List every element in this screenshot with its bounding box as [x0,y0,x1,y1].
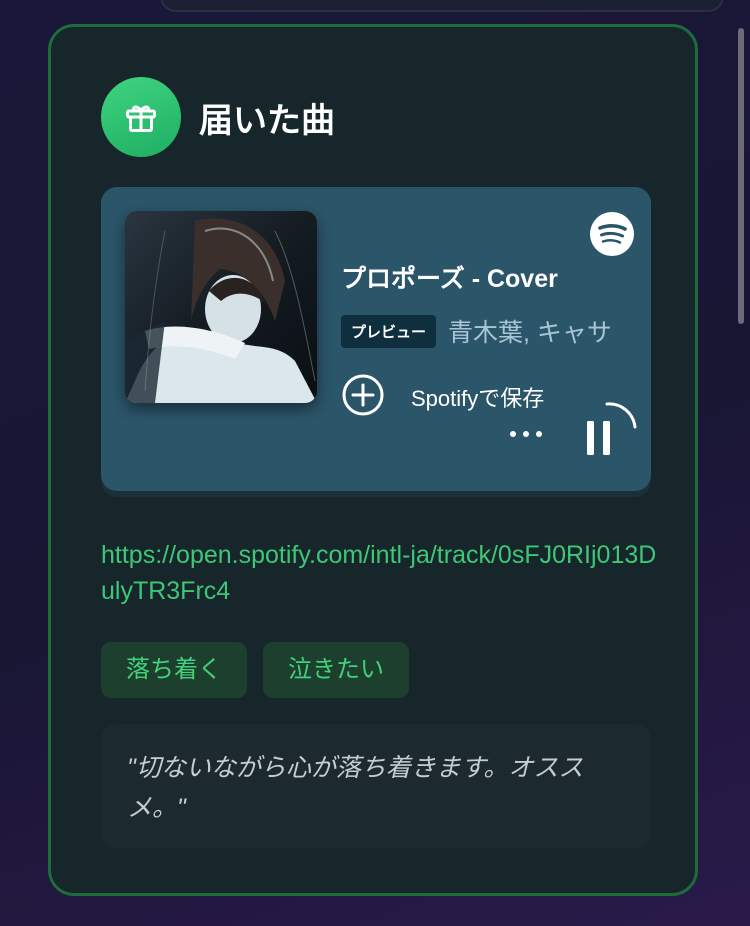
spotify-icon[interactable] [589,211,635,257]
mood-tag[interactable]: 落ち着く [101,642,247,698]
album-cover[interactable] [125,211,317,403]
preview-badge: プレビュー [341,314,437,348]
scrollbar[interactable] [738,28,744,324]
section-header: 届いた曲 [101,77,335,157]
save-to-spotify-label[interactable]: Spotifyで保存 [411,381,544,413]
mood-tag[interactable]: 泣きたい [263,642,409,698]
gift-icon [101,77,181,157]
track-meta: プレビュー 青木葉, キャサ [341,313,612,349]
spotify-embed-player[interactable]: プロポーズ - Cover プレビュー 青木葉, キャサ Spotifyで保存 [101,187,651,491]
section-title: 届いた曲 [199,101,335,140]
pause-icon[interactable] [583,401,639,459]
previous-card [160,0,724,12]
artist-name[interactable]: 青木葉, キャサ [448,313,612,349]
plus-circle-icon[interactable] [341,373,385,417]
received-song-card: 届いた曲 プロポーズ - Cover プレビュー 青木葉, キャサ Spotif… [48,24,698,896]
more-horizontal-icon[interactable] [504,423,548,445]
mood-tags: 落ち着く 泣きたい [101,642,425,698]
comment-box: "切ないながら心が落ち着きます。オススメ。" [101,724,651,848]
track-link[interactable]: https://open.spotify.com/intl-ja/track/0… [101,537,661,609]
comment-text: "切ないながら心が落ち着きます。オススメ。" [127,754,584,822]
track-title[interactable]: プロポーズ - Cover [341,259,558,295]
